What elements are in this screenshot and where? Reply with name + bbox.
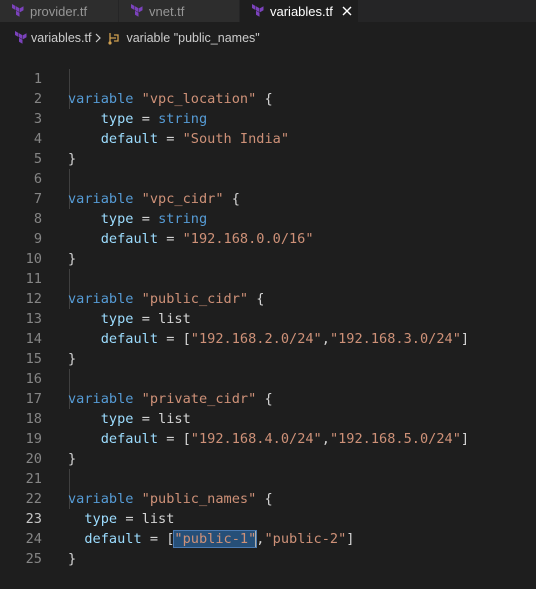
code-line: 24 } <box>0 509 536 567</box>
editor-tab-bar: provider.tf vnet.tf variables.tf <box>0 0 536 22</box>
tab-label: variables.tf <box>270 3 333 19</box>
code-line: 4 } <box>0 109 536 167</box>
code-line: 18 default = ["192.168.4.0/24","192.168.… <box>0 389 536 447</box>
code-line: 11 variable "public_cidr" { <box>0 249 536 307</box>
code-line: 12 type = list <box>0 269 536 327</box>
code-line-current: 23 default = ["public-1","public-2"] <box>0 489 536 548</box>
code-line: 20 <box>0 429 536 467</box>
code-line: 16 variable "private_cidr" { <box>0 349 536 407</box>
code-editor[interactable]: 1 variable "vpc_location" { 2 type = str… <box>0 49 536 567</box>
code-line: 21 variable "public_names" { <box>0 449 536 507</box>
chevron-right-icon <box>96 33 102 43</box>
code-line: 2 type = string <box>0 69 536 127</box>
code-line: 25 <box>0 529 536 567</box>
terraform-icon <box>15 31 27 44</box>
tab-provider-tf[interactable]: provider.tf <box>0 0 119 22</box>
tab-label: provider.tf <box>30 3 88 19</box>
terraform-icon <box>252 4 264 17</box>
tab-label: vnet.tf <box>149 3 185 19</box>
symbol-variable-icon <box>108 33 120 45</box>
code-line: 10 <box>0 229 536 267</box>
breadcrumb-file[interactable]: variables.tf <box>31 31 91 45</box>
code-line: 22 type = list <box>0 469 536 527</box>
code-line: 14 } <box>0 309 536 367</box>
close-icon[interactable] <box>341 5 353 17</box>
terraform-icon <box>131 4 143 17</box>
code-line: 5 <box>0 129 536 167</box>
code-line: 6 variable "vpc_cidr" { <box>0 149 536 207</box>
code-line: 9 } <box>0 209 536 267</box>
code-line: 15 <box>0 329 536 367</box>
breadcrumb: variables.tf variable "public_names" <box>0 28 260 48</box>
tab-variables-tf[interactable]: variables.tf <box>240 0 359 22</box>
tab-vnet-tf[interactable]: vnet.tf <box>119 0 240 22</box>
code-line: 19 } <box>0 409 536 467</box>
code-line: 13 default = ["192.168.2.0/24","192.168.… <box>0 289 536 347</box>
line-number: 25 <box>25 551 42 567</box>
code-line: 17 type = list <box>0 369 536 427</box>
terraform-icon <box>12 4 24 17</box>
code-line: 7 type = string <box>0 169 536 227</box>
code-line: 1 variable "vpc_location" { <box>0 49 536 107</box>
code-line: 3 default = "South India" <box>0 89 536 147</box>
breadcrumb-symbol[interactable]: variable "public_names" <box>126 31 259 45</box>
code-line: 8 default = "192.168.0.0/16" <box>0 189 536 247</box>
brace: } <box>68 551 77 567</box>
